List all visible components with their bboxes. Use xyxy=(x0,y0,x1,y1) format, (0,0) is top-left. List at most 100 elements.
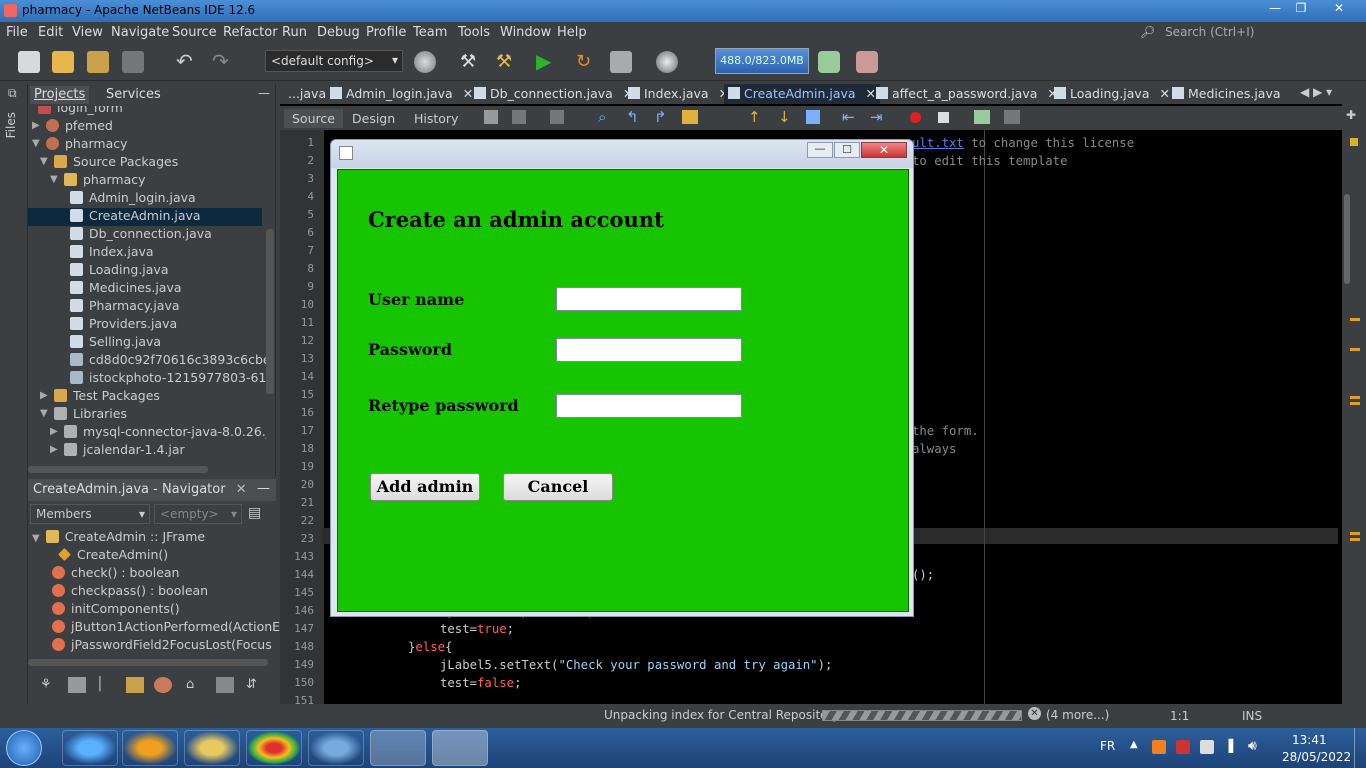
filter-nonpublic-icon[interactable] xyxy=(154,677,172,693)
show-desktop-button[interactable] xyxy=(1354,728,1366,768)
tree-item[interactable]: pharmacy xyxy=(46,136,128,154)
tree-item[interactable]: Selling.java xyxy=(70,334,161,352)
tree-item[interactable]: pfemed xyxy=(46,118,113,136)
profile-icon[interactable] xyxy=(610,51,632,73)
tab-design[interactable]: Design xyxy=(344,109,403,128)
flag-icon[interactable] xyxy=(1176,740,1190,754)
undo-icon[interactable]: ↶ xyxy=(176,51,198,73)
password-input[interactable] xyxy=(556,338,742,362)
find-prev-icon[interactable]: ↰ xyxy=(626,108,639,126)
maximize-button[interactable]: ❐ xyxy=(1288,0,1314,18)
tab-nav-icons[interactable]: ◀ ▶ ▾ xyxy=(1300,85,1332,99)
filter-icon[interactable]: ▤ xyxy=(248,505,261,521)
editor-tab-active[interactable]: CreateAdmin.java ✕ xyxy=(724,84,881,104)
menu-window[interactable]: Window xyxy=(500,25,551,40)
add-admin-button[interactable]: Add admin xyxy=(370,473,480,501)
debug-icon[interactable]: ↻ xyxy=(576,51,598,73)
editor-tab[interactable]: Loading.java ✕ xyxy=(1050,84,1174,104)
nav-item[interactable]: checkpass() : boolean xyxy=(52,583,208,601)
profile-gauge-icon[interactable] xyxy=(656,51,678,73)
open-project-icon[interactable] xyxy=(87,51,109,73)
menu-source[interactable]: Source xyxy=(172,25,217,40)
tree-item[interactable]: Pharmacy.java xyxy=(70,298,180,316)
more-tasks-link[interactable]: (4 more...) xyxy=(1046,708,1109,722)
stop-gc-icon[interactable] xyxy=(856,51,878,73)
window-restore-icon[interactable]: ⧉ xyxy=(8,86,17,101)
tray-app-icon[interactable] xyxy=(1152,740,1166,754)
taskbar-java-icon[interactable] xyxy=(370,730,426,766)
menu-refactor[interactable]: Refactor xyxy=(223,25,278,40)
marker[interactable] xyxy=(1350,538,1360,541)
tree-item[interactable]: pharmacy xyxy=(64,172,146,190)
tab-services[interactable]: Services xyxy=(102,86,165,104)
members-select[interactable]: Members ▾ xyxy=(30,504,150,524)
minimize-button[interactable]: — xyxy=(807,142,833,158)
taskbar-java-app-icon[interactable] xyxy=(432,730,488,766)
nav-item[interactable]: CreateAdmin() xyxy=(58,547,168,565)
menu-edit[interactable]: Edit xyxy=(38,25,63,40)
editor-tab[interactable]: affect_a_password.java ✕ xyxy=(872,84,1062,104)
marker[interactable] xyxy=(1350,402,1360,405)
tree-item[interactable]: istockphoto-1215977803-612x6 xyxy=(70,370,266,388)
editor-tab[interactable]: ...java xyxy=(284,84,330,104)
tree-item[interactable]: mysql-connector-java-8.0.26.jar xyxy=(64,424,266,442)
record-macro-icon[interactable] xyxy=(910,112,921,123)
files-tab[interactable]: Files xyxy=(4,112,18,138)
tree-item[interactable]: jcalendar-1.4.jar xyxy=(64,442,185,460)
clock-time[interactable]: 13:41 xyxy=(1292,733,1327,747)
taskbar-chrome-icon[interactable] xyxy=(246,730,302,766)
last-edit-icon[interactable] xyxy=(484,110,498,124)
tab-history[interactable]: History xyxy=(406,109,466,128)
taskbar-explorer-icon[interactable] xyxy=(184,730,240,766)
search-box[interactable]: 🔎︎ Search (Ctrl+I) xyxy=(1140,25,1360,41)
globe-icon[interactable] xyxy=(414,51,436,73)
run-icon[interactable]: ▶ xyxy=(536,51,558,73)
menu-navigate[interactable]: Navigate xyxy=(111,25,169,40)
user-name-input[interactable] xyxy=(556,287,742,311)
forward-icon[interactable] xyxy=(550,110,564,124)
tab-source[interactable]: Source xyxy=(284,109,343,128)
tree-item[interactable]: Medicines.java xyxy=(70,280,182,298)
collapse-icon[interactable]: ▼ xyxy=(32,138,40,149)
tree-item[interactable]: Libraries xyxy=(54,406,127,424)
find-next-icon[interactable]: ↱ xyxy=(654,108,667,126)
uncomment-icon[interactable] xyxy=(1004,110,1020,124)
network-icon[interactable]: ▐ xyxy=(1224,739,1233,753)
tab-projects[interactable]: Projects xyxy=(30,86,90,104)
nav-item[interactable]: jButton1ActionPerformed(ActionEv xyxy=(52,619,287,637)
nav-item[interactable]: jPasswordField2FocusLost(Focus xyxy=(52,637,272,655)
tree-item[interactable]: Loading.java xyxy=(70,262,168,280)
next-bookmark-icon[interactable]: ↓ xyxy=(778,108,791,126)
editor-tab[interactable]: Index.java✕ xyxy=(624,84,733,104)
horizontal-scrollbar[interactable] xyxy=(28,659,268,666)
toggle-highlight-icon[interactable] xyxy=(682,110,698,124)
build-icon[interactable]: ⚒ xyxy=(460,51,482,73)
menu-help[interactable]: Help xyxy=(557,25,587,40)
menu-view[interactable]: View xyxy=(72,25,103,40)
filter-inherited-icon[interactable]: │ xyxy=(96,677,104,692)
marker[interactable] xyxy=(1350,318,1360,321)
menu-debug[interactable]: Debug xyxy=(317,25,360,40)
marker[interactable] xyxy=(1350,396,1360,399)
close-button[interactable]: ✕ xyxy=(1314,0,1364,18)
menu-file[interactable]: File xyxy=(6,25,28,40)
minimize-panel-icon[interactable]: — xyxy=(257,481,270,496)
nav-item[interactable]: ▼ CreateAdmin :: JFrame xyxy=(32,529,205,547)
filter-static-icon[interactable] xyxy=(68,677,86,693)
empty-select[interactable]: <empty> ▾ xyxy=(154,504,242,524)
vertical-scrollbar[interactable] xyxy=(266,229,274,394)
start-button[interactable] xyxy=(6,730,42,766)
vertical-scrollbar[interactable] xyxy=(1344,194,1350,284)
expand-icon[interactable]: ▶ xyxy=(50,444,58,455)
new-project-icon[interactable] xyxy=(52,51,74,73)
editor-tab[interactable]: Admin_login.java ✕ xyxy=(326,84,477,104)
taskbar-media-icon[interactable] xyxy=(122,730,178,766)
stop-macro-icon[interactable] xyxy=(938,112,949,123)
tree-item[interactable]: Index.java xyxy=(70,244,154,262)
tree-item[interactable]: login_form xyxy=(38,106,123,118)
clock-date[interactable]: 28/05/2022 xyxy=(1282,750,1351,764)
new-file-icon[interactable] xyxy=(18,51,40,73)
marker[interactable] xyxy=(1350,348,1360,351)
comment-icon[interactable] xyxy=(974,110,990,124)
taskbar-ie-icon[interactable] xyxy=(62,730,118,766)
